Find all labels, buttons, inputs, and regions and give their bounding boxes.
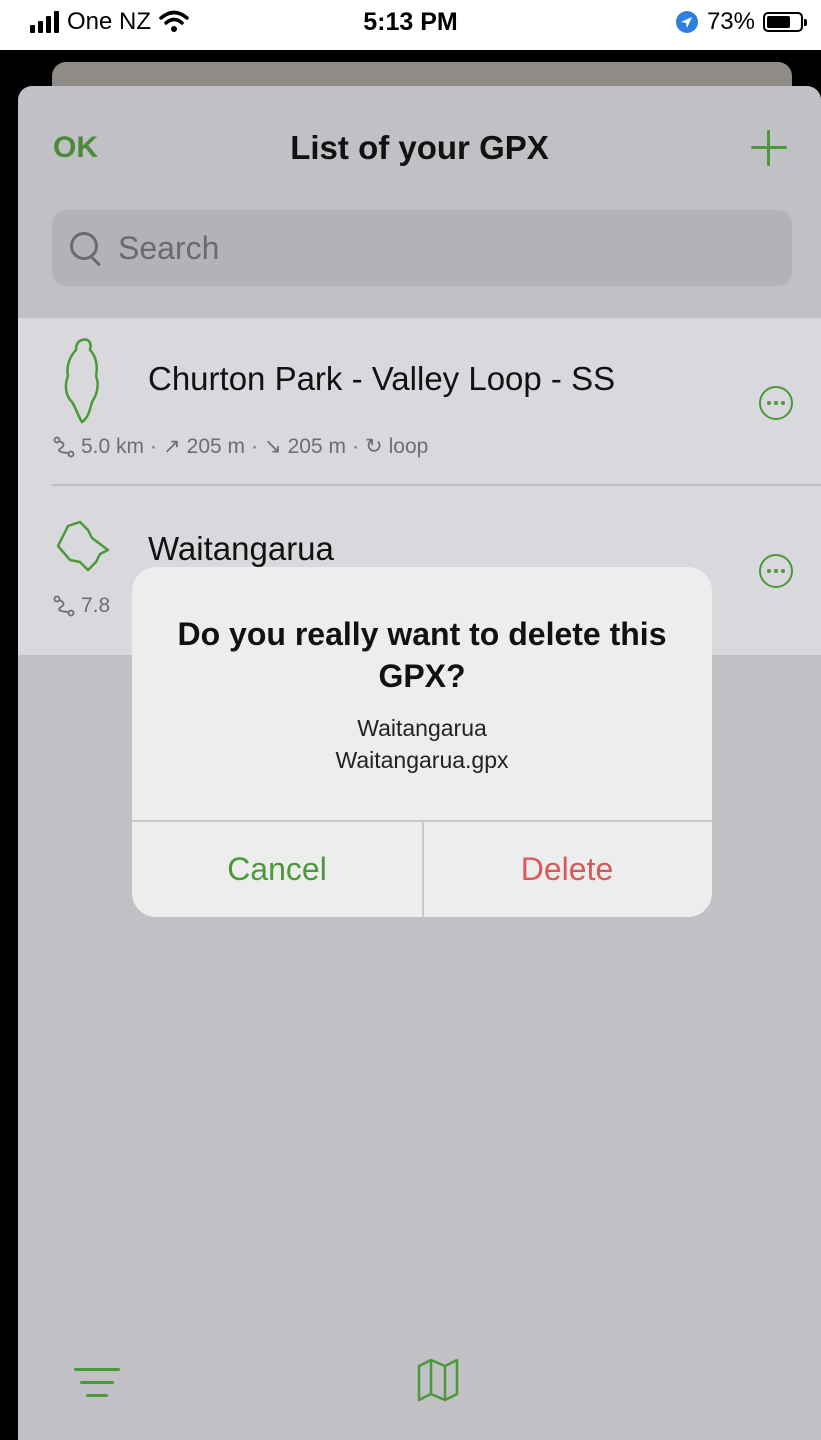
route-icon bbox=[53, 436, 75, 457]
track-type: loop bbox=[388, 434, 429, 458]
bottom-toolbar bbox=[18, 1330, 821, 1440]
track-ascent: 205 m bbox=[186, 434, 246, 458]
track-shape-icon bbox=[56, 520, 110, 572]
dialog-message: Waitangarua Waitangarua.gpx bbox=[152, 712, 692, 776]
track-descent: 205 m bbox=[287, 434, 346, 458]
map-icon[interactable] bbox=[413, 1354, 463, 1404]
route-icon bbox=[53, 595, 75, 617]
status-bar: One NZ 5:13 PM 73% bbox=[0, 0, 821, 50]
navigation-bar: OK List of your GPX bbox=[18, 86, 821, 206]
ascent-icon: ↗ bbox=[163, 435, 181, 458]
search-icon bbox=[68, 230, 104, 267]
more-options-icon[interactable] bbox=[759, 386, 793, 420]
page-title: List of your GPX bbox=[290, 129, 549, 166]
status-right: 73% bbox=[675, 8, 807, 36]
dialog-track-name: Waitangarua bbox=[357, 715, 487, 741]
delete-button[interactable]: Delete bbox=[422, 822, 712, 917]
battery-percent: 73% bbox=[706, 8, 755, 35]
track-shape-icon bbox=[64, 338, 99, 424]
track-name: Churton Park - Valley Loop - SS bbox=[148, 360, 616, 397]
list-item[interactable]: Churton Park - Valley Loop - SS 5.0 km ·… bbox=[18, 318, 821, 486]
location-icon bbox=[675, 11, 698, 33]
cancel-button[interactable]: Cancel bbox=[132, 822, 422, 917]
track-stats: 7.8 bbox=[53, 594, 110, 618]
track-distance: 5.0 km bbox=[81, 434, 145, 458]
search-bar[interactable]: Search bbox=[52, 210, 792, 286]
search-input[interactable]: Search bbox=[118, 230, 219, 267]
descent-icon: ↘ bbox=[264, 435, 282, 458]
plus-icon[interactable] bbox=[749, 128, 789, 168]
battery-icon bbox=[763, 12, 807, 32]
more-options-icon[interactable] bbox=[759, 554, 793, 588]
dialog-title: Do you really want to delete this GPX? bbox=[177, 616, 667, 695]
track-distance: 7.8 bbox=[81, 594, 111, 617]
dialog-file-name: Waitangarua.gpx bbox=[335, 747, 509, 774]
delete-confirm-dialog: Do you really want to delete this GPX? W… bbox=[132, 567, 712, 917]
filter-list-icon[interactable] bbox=[74, 1364, 120, 1404]
track-stats: 5.0 km · ↗ 205 m · ↘ 205 m · ↻ loop bbox=[53, 434, 428, 459]
loop-icon: ↻ bbox=[365, 435, 383, 458]
track-name: Waitangarua bbox=[148, 530, 334, 567]
battery-fill bbox=[767, 16, 790, 28]
